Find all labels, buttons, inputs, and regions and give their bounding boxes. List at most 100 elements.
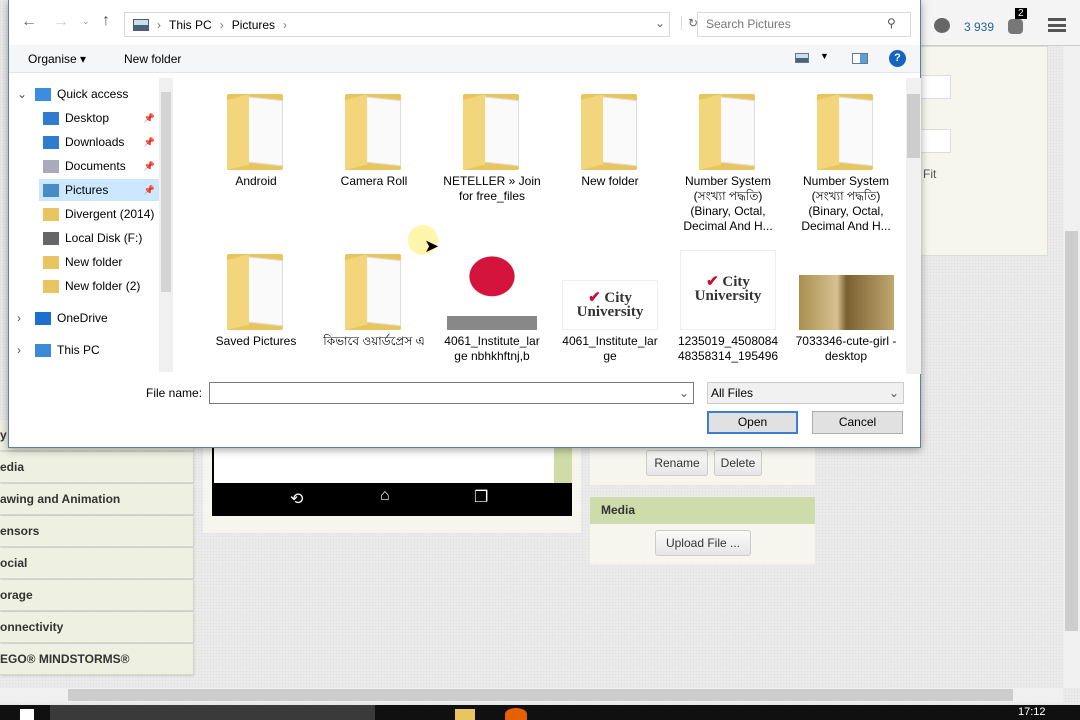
property-input[interactable]	[919, 129, 951, 153]
file-list-scrollbar[interactable]	[906, 78, 921, 374]
search-box[interactable]	[50, 705, 375, 720]
nav-item-onedrive[interactable]: › OneDrive	[9, 307, 159, 329]
refresh-icon[interactable]: ↻	[681, 16, 698, 30]
file-name-input[interactable]: ⌄	[209, 382, 694, 404]
file-name: কিভাবে ওয়ার্ডপ্রেস এ	[323, 334, 425, 348]
search-input[interactable]: Search Pictures	[697, 12, 911, 37]
firefox-icon[interactable]	[505, 708, 527, 720]
upload-file-button[interactable]: Upload File ...	[655, 530, 751, 556]
mouse-cursor-icon: ➤	[424, 236, 440, 256]
breadcrumb-this-pc[interactable]: This PC	[169, 18, 212, 32]
nav-item-documents[interactable]: Documents 📌	[9, 155, 159, 177]
organise-button[interactable]: Organise ▾	[28, 52, 86, 66]
location-icon	[43, 231, 59, 245]
nav-item-desktop[interactable]: Desktop 📌	[9, 107, 159, 129]
open-file-dialog: ← → ⌄ ↑ › This PC › Pictures › ⌄ ↻ Searc…	[8, 0, 921, 448]
image-file-item[interactable]: ✔ City University 1235019_4508084 48358314…	[672, 250, 784, 364]
folder-icon	[43, 207, 59, 221]
fit-label: Fit	[923, 167, 937, 181]
cancel-button[interactable]: Cancel	[812, 411, 903, 434]
expand-icon[interactable]: ⌄	[17, 87, 35, 101]
delete-button[interactable]: Delete	[714, 450, 762, 476]
nav-item-label: New folder	[65, 255, 123, 269]
folder-item[interactable]: Android	[200, 90, 312, 189]
folder-icon	[43, 279, 59, 293]
palette-item-drawing[interactable]: awing and Animation	[0, 484, 193, 515]
file-type-select[interactable]: All Files ⌄	[707, 382, 904, 404]
file-name: 1235019_4508084 48358314_195496	[677, 334, 779, 363]
recents-icon[interactable]: ❐	[474, 487, 488, 507]
file-name-dropdown-icon[interactable]: ⌄	[679, 386, 689, 400]
start-icon[interactable]	[20, 709, 34, 720]
folder-item[interactable]: NETELLER » Join for free_files	[436, 90, 548, 204]
view-options-icon[interactable]	[795, 53, 809, 63]
palette-item-lego[interactable]: EGO® MINDSTORMS®	[0, 644, 193, 675]
back-icon[interactable]: ⟲	[290, 489, 303, 509]
pictures-location-icon	[133, 18, 149, 31]
nav-item-divergent-2014-[interactable]: Divergent (2014)	[9, 203, 159, 225]
eye-icon[interactable]	[1008, 19, 1023, 34]
recent-dropdown-icon[interactable]: ⌄	[82, 16, 90, 27]
file-name: Number System (সংখ্যা পদ্ধতি) (Binary, O…	[801, 174, 891, 233]
image-file-item[interactable]: 4061_Institute_lar ge nbhkhftnj,b	[436, 250, 548, 364]
palette-item-storage[interactable]: orage	[0, 580, 193, 611]
address-dropdown-icon[interactable]: ⌄	[655, 16, 665, 30]
pin-icon: 📌	[143, 136, 155, 147]
image-thumbnail	[798, 275, 894, 330]
pin-icon: 📌	[143, 184, 155, 195]
home-icon[interactable]: ⌂	[380, 487, 390, 505]
nav-item-local-disk-f-[interactable]: Local Disk (F:)	[9, 227, 159, 249]
back-button[interactable]: ←	[21, 13, 37, 31]
new-folder-button[interactable]: New folder	[124, 52, 181, 66]
menu-icon[interactable]	[1048, 18, 1066, 32]
pin-icon: 📌	[143, 112, 155, 123]
folder-icon	[341, 250, 407, 330]
pin-icon: 📌	[143, 160, 155, 171]
nav-item-quick-access[interactable]: ⌄ Quick access	[9, 83, 159, 105]
file-name: Number System (সংখ্যা পদ্ধতি) (Binary, O…	[683, 174, 773, 233]
folder-icon	[813, 90, 879, 170]
clock[interactable]: 17:12	[1018, 706, 1046, 718]
folder-item[interactable]: Saved Pictures	[200, 250, 312, 349]
nav-scrollbar[interactable]	[159, 78, 173, 372]
breadcrumb-pictures[interactable]: Pictures	[232, 18, 275, 32]
nav-item-downloads[interactable]: Downloads 📌	[9, 131, 159, 153]
nav-item-this-pc[interactable]: › This PC	[9, 339, 159, 361]
forward-button[interactable]: →	[53, 13, 69, 31]
folder-item[interactable]: New folder	[554, 90, 666, 189]
preview-pane-icon[interactable]	[852, 53, 868, 64]
folder-item[interactable]: Number System (সংখ্যা পদ্ধতি) (Binary, O…	[790, 90, 902, 234]
nav-item-label: Pictures	[65, 183, 109, 197]
image-file-item[interactable]: 7033346-cute-girl -desktop	[790, 250, 902, 364]
search-icon[interactable]: ⚲	[887, 16, 896, 30]
location-icon	[35, 343, 51, 357]
nav-item-new-folder-2-[interactable]: New folder (2)	[9, 275, 159, 297]
chat-icon[interactable]	[934, 18, 950, 33]
expand-icon[interactable]: ›	[17, 311, 35, 325]
location-icon	[43, 183, 59, 197]
nav-item-label: Documents	[65, 159, 126, 173]
folder-item[interactable]: Number System (সংখ্যা পদ্ধতি) (Binary, O…	[672, 90, 784, 234]
folder-item[interactable]: কিভাবে ওয়ার্ডপ্রেস এ	[318, 250, 430, 349]
horizontal-scrollbar[interactable]	[0, 688, 1063, 702]
page-scrollbar[interactable]	[1063, 46, 1080, 688]
palette-item-media[interactable]: edia	[0, 452, 193, 483]
nav-item-pictures[interactable]: Pictures 📌	[39, 179, 159, 201]
view-dropdown-icon[interactable]: ▼	[820, 51, 829, 61]
property-input[interactable]	[919, 75, 951, 99]
help-icon[interactable]: ?	[889, 50, 906, 67]
rename-button[interactable]: Rename	[646, 450, 708, 476]
nav-item-new-folder[interactable]: New folder	[9, 251, 159, 273]
filter-dropdown-icon: ⌄	[888, 386, 899, 400]
palette-item-social[interactable]: ocial	[0, 548, 193, 579]
folder-item[interactable]: Camera Roll	[318, 90, 430, 189]
palette-item-sensors[interactable]: ensors	[0, 516, 193, 547]
media-body: Upload File ...	[590, 524, 815, 564]
up-button[interactable]: ↑	[102, 12, 110, 30]
address-bar[interactable]: › This PC › Pictures › ⌄ ↻	[124, 12, 698, 37]
folder-icon[interactable]	[455, 709, 475, 720]
expand-icon[interactable]: ›	[17, 343, 35, 357]
palette-item-connectivity[interactable]: onnectivity	[0, 612, 193, 643]
image-file-item[interactable]: ✔ City University 4061_Institute_lar ge	[554, 250, 666, 364]
open-button[interactable]: Open	[707, 411, 798, 434]
